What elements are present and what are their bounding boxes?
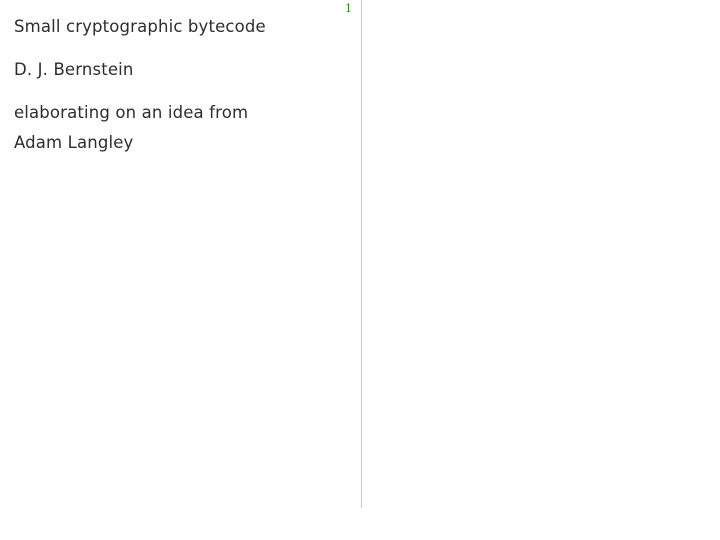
credit-line-1: elaborating on an idea from [14, 103, 249, 122]
left-content-column: Small cryptographic bytecode D. J. Berns… [14, 12, 354, 158]
credit-line-2: Adam Langley [14, 133, 134, 152]
slide-title: Small cryptographic bytecode [14, 17, 266, 36]
slide-author: D. J. Bernstein [14, 60, 134, 79]
right-slide-page: 2 “Line search” : trying to find minimum… [360, 0, 720, 540]
slide-pair: 1 Small cryptographic bytecode D. J. Ber… [0, 0, 720, 540]
left-slide-page: 1 Small cryptographic bytecode D. J. Ber… [0, 0, 360, 540]
